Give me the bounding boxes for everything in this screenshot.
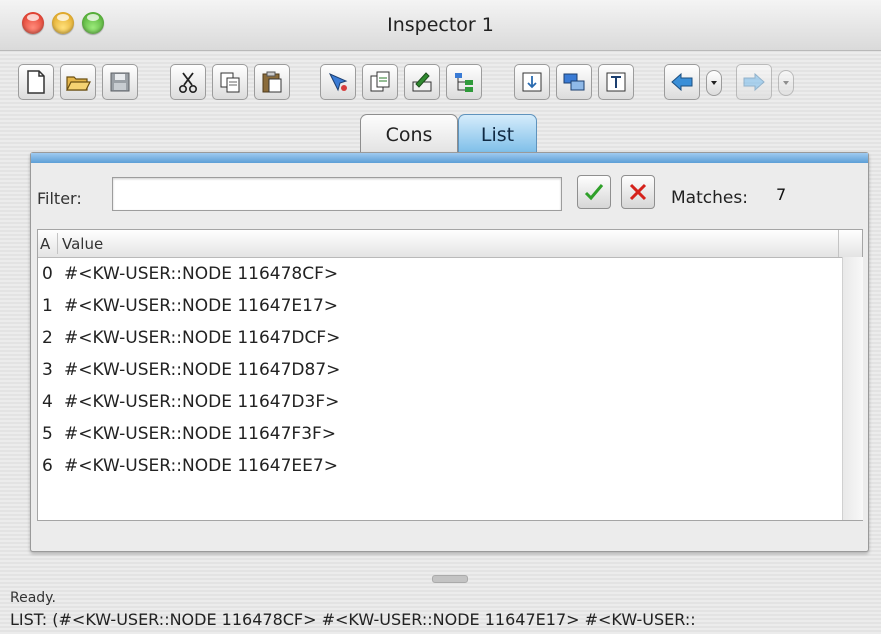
save-disk-icon[interactable]	[102, 64, 138, 100]
back-arrow-icon[interactable]	[664, 64, 700, 100]
cut-scissors-icon[interactable]	[170, 64, 206, 100]
inspect-pick-icon[interactable]	[320, 64, 356, 100]
checkmark-icon	[584, 184, 604, 201]
row-value: #<KW-USER::NODE 11647EE7>	[64, 456, 338, 476]
forward-history-dropdown[interactable]	[778, 70, 794, 96]
value-table: A Value 0 #<KW-USER::NODE 116478CF> 1 #<KW…	[37, 229, 863, 521]
table-row[interactable]: 1 #<KW-USER::NODE 11647E17>	[42, 296, 338, 316]
row-index: 2	[42, 328, 53, 348]
row-index: 4	[42, 392, 53, 412]
table-row[interactable]: 0 #<KW-USER::NODE 116478CF>	[42, 264, 338, 284]
x-cross-icon	[629, 183, 647, 201]
row-index: 3	[42, 360, 53, 380]
column-header-value[interactable]: Value	[62, 235, 103, 253]
clear-filter-button[interactable]	[621, 175, 655, 209]
tab-cons[interactable]: Cons	[360, 114, 458, 154]
text-view-icon[interactable]	[598, 64, 634, 100]
column-header-index[interactable]: A	[40, 235, 50, 253]
table-row[interactable]: 4 #<KW-USER::NODE 11647D3F>	[42, 392, 339, 412]
apply-filter-button[interactable]	[577, 175, 611, 209]
row-value: #<KW-USER::NODE 11647E17>	[64, 296, 339, 316]
matches-label: Matches:	[671, 188, 748, 208]
row-value: #<KW-USER::NODE 11647DCF>	[64, 328, 341, 348]
tab-list[interactable]: List	[458, 114, 537, 154]
table-row[interactable]: 5 #<KW-USER::NODE 11647F3F>	[42, 424, 336, 444]
row-index: 5	[42, 424, 53, 444]
forward-arrow-icon[interactable]	[736, 64, 772, 100]
paste-icon[interactable]	[254, 64, 290, 100]
row-index: 0	[42, 264, 53, 284]
matches-count: 7	[776, 185, 787, 204]
row-value: #<KW-USER::NODE 11647D87>	[64, 360, 341, 380]
window-layout-icon[interactable]	[556, 64, 592, 100]
edit-icon[interactable]	[404, 64, 440, 100]
vertical-scrollbar[interactable]	[842, 257, 863, 520]
open-folder-icon[interactable]	[60, 64, 96, 100]
list-summary-line: LIST: (#<KW-USER::NODE 116478CF> #<KW-US…	[10, 610, 696, 629]
column-divider	[57, 233, 58, 254]
row-value: #<KW-USER::NODE 116478CF>	[64, 264, 339, 284]
splitter-handle[interactable]	[432, 575, 468, 583]
column-divider	[838, 230, 839, 257]
title-bar: Inspector 1	[0, 0, 881, 51]
tree-view-icon[interactable]	[446, 64, 482, 100]
table-row[interactable]: 3 #<KW-USER::NODE 11647D87>	[42, 360, 340, 380]
status-message: Ready.	[10, 590, 56, 606]
new-document-icon[interactable]	[18, 64, 54, 100]
row-value: #<KW-USER::NODE 11647D3F>	[64, 392, 340, 412]
row-index: 6	[42, 456, 53, 476]
table-row[interactable]: 6 #<KW-USER::NODE 11647EE7>	[42, 456, 338, 476]
row-index: 1	[42, 296, 53, 316]
filter-label: Filter:	[37, 189, 82, 208]
copy-icon[interactable]	[212, 64, 248, 100]
panel-accent-bar	[31, 153, 868, 163]
table-header: A Value	[38, 230, 862, 258]
window-title: Inspector 1	[387, 14, 494, 36]
row-value: #<KW-USER::NODE 11647F3F>	[64, 424, 337, 444]
duplicate-icon[interactable]	[362, 64, 398, 100]
filter-input[interactable]	[112, 177, 562, 211]
list-panel: Filter: Matches: 7 A Value 0#<KW-USER::N…	[30, 152, 869, 552]
back-history-dropdown[interactable]	[706, 70, 722, 96]
table-row[interactable]: 2 #<KW-USER::NODE 11647DCF>	[42, 328, 340, 348]
refresh-icon[interactable]	[514, 64, 550, 100]
toolbar	[0, 64, 881, 108]
